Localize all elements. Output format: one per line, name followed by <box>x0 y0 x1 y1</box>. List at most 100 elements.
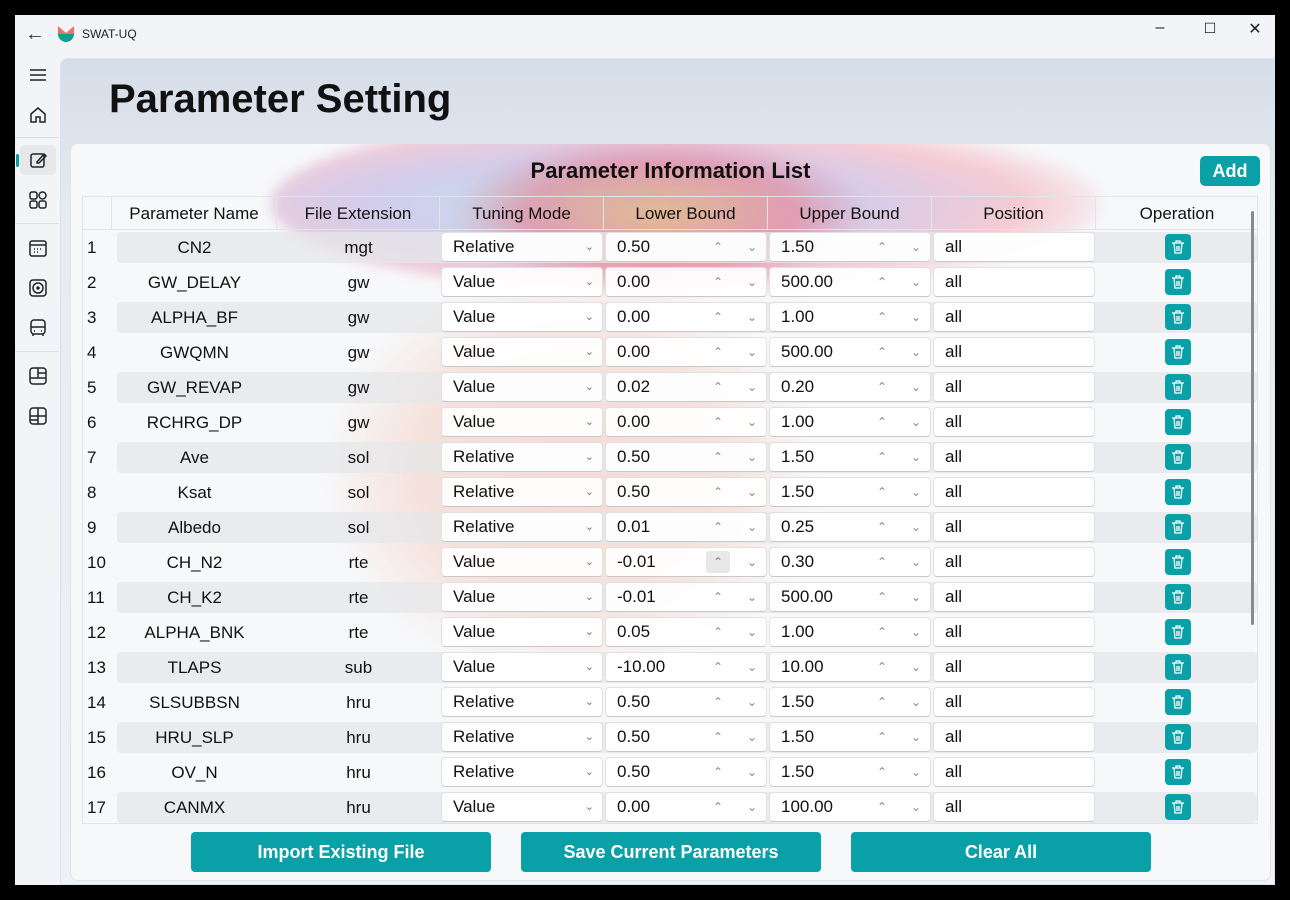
upper-bound-spinbox[interactable]: 1.50 ⌃ ⌄ <box>769 477 931 507</box>
chevron-up-icon[interactable]: ⌃ <box>870 688 894 716</box>
chevron-up-icon[interactable]: ⌃ <box>706 551 730 573</box>
delete-button[interactable] <box>1165 409 1191 435</box>
upper-bound-spinbox[interactable]: 500.00 ⌃ ⌄ <box>769 582 931 612</box>
upper-bound-spinbox[interactable]: 0.30 ⌃ ⌄ <box>769 547 931 577</box>
chevron-up-icon[interactable]: ⌃ <box>870 478 894 506</box>
position-input[interactable]: all <box>933 722 1095 752</box>
chevron-down-icon[interactable]: ⌄ <box>740 268 764 296</box>
chevron-up-icon[interactable]: ⌃ <box>706 373 730 401</box>
chevron-up-icon[interactable]: ⌃ <box>706 653 730 681</box>
calendar-icon[interactable] <box>20 233 56 263</box>
chevron-up-icon[interactable]: ⌃ <box>706 583 730 611</box>
lower-bound-spinbox[interactable]: 0.50 ⌃ ⌄ <box>605 442 767 472</box>
lower-bound-spinbox[interactable]: -0.01 ⌃ ⌄ <box>605 582 767 612</box>
position-input[interactable]: all <box>933 372 1095 402</box>
chevron-down-icon[interactable]: ⌄ <box>904 268 928 296</box>
chevron-up-icon[interactable]: ⌃ <box>870 548 894 576</box>
tuning-mode-select[interactable]: Value ⌄ <box>441 267 603 297</box>
upper-bound-spinbox[interactable]: 1.50 ⌃ ⌄ <box>769 687 931 717</box>
chevron-down-icon[interactable]: ⌄ <box>585 338 594 366</box>
layout-alt-icon[interactable] <box>20 401 56 431</box>
chevron-up-icon[interactable]: ⌃ <box>870 303 894 331</box>
tuning-mode-select[interactable]: Relative ⌄ <box>441 687 603 717</box>
position-input[interactable]: all <box>933 442 1095 472</box>
chevron-down-icon[interactable]: ⌄ <box>585 268 594 296</box>
position-input[interactable]: all <box>933 757 1095 787</box>
scrollbar[interactable] <box>1251 211 1254 625</box>
chevron-up-icon[interactable]: ⌃ <box>870 338 894 366</box>
header-file-extension[interactable]: File Extension <box>277 197 440 230</box>
chevron-down-icon[interactable]: ⌄ <box>585 793 594 821</box>
chevron-down-icon[interactable]: ⌄ <box>904 233 928 261</box>
chevron-up-icon[interactable]: ⌃ <box>870 408 894 436</box>
upper-bound-spinbox[interactable]: 1.50 ⌃ ⌄ <box>769 722 931 752</box>
position-input[interactable]: all <box>933 652 1095 682</box>
tuning-mode-select[interactable]: Relative ⌄ <box>441 512 603 542</box>
chevron-down-icon[interactable]: ⌄ <box>740 618 764 646</box>
chevron-down-icon[interactable]: ⌄ <box>585 478 594 506</box>
delete-button[interactable] <box>1165 444 1191 470</box>
tuning-mode-select[interactable]: Value ⌄ <box>441 302 603 332</box>
chevron-down-icon[interactable]: ⌄ <box>904 758 928 786</box>
delete-button[interactable] <box>1165 759 1191 785</box>
chevron-down-icon[interactable]: ⌄ <box>740 443 764 471</box>
upper-bound-spinbox[interactable]: 1.00 ⌃ ⌄ <box>769 407 931 437</box>
chevron-down-icon[interactable]: ⌄ <box>904 408 928 436</box>
chevron-up-icon[interactable]: ⌃ <box>706 688 730 716</box>
chevron-up-icon[interactable]: ⌃ <box>706 478 730 506</box>
tuning-mode-select[interactable]: Relative ⌄ <box>441 722 603 752</box>
chevron-down-icon[interactable]: ⌄ <box>904 583 928 611</box>
lower-bound-spinbox[interactable]: 0.50 ⌃ ⌄ <box>605 687 767 717</box>
chevron-up-icon[interactable]: ⌃ <box>870 793 894 821</box>
tuning-mode-select[interactable]: Value ⌄ <box>441 372 603 402</box>
lower-bound-spinbox[interactable]: 0.05 ⌃ ⌄ <box>605 617 767 647</box>
chevron-down-icon[interactable]: ⌄ <box>585 443 594 471</box>
delete-button[interactable] <box>1165 549 1191 575</box>
chevron-down-icon[interactable]: ⌄ <box>585 758 594 786</box>
upper-bound-spinbox[interactable]: 100.00 ⌃ ⌄ <box>769 792 931 822</box>
lower-bound-spinbox[interactable]: -0.01 ⌃ ⌄ <box>605 547 767 577</box>
delete-button[interactable] <box>1165 304 1191 330</box>
header-lower-bound[interactable]: Lower Bound <box>604 197 768 230</box>
delete-button[interactable] <box>1165 654 1191 680</box>
lower-bound-spinbox[interactable]: 0.00 ⌃ ⌄ <box>605 407 767 437</box>
chevron-down-icon[interactable]: ⌄ <box>585 303 594 331</box>
back-arrow-icon[interactable]: ← <box>25 23 45 46</box>
chevron-up-icon[interactable]: ⌃ <box>706 793 730 821</box>
home-icon[interactable] <box>20 100 56 130</box>
chevron-up-icon[interactable]: ⌃ <box>870 373 894 401</box>
chevron-down-icon[interactable]: ⌄ <box>904 303 928 331</box>
position-input[interactable]: all <box>933 687 1095 717</box>
chevron-down-icon[interactable]: ⌄ <box>740 338 764 366</box>
chevron-down-icon[interactable]: ⌄ <box>904 653 928 681</box>
tuning-mode-select[interactable]: Value ⌄ <box>441 617 603 647</box>
header-param-name[interactable]: Parameter Name <box>112 197 277 230</box>
close-icon[interactable]: ✕ <box>1240 19 1270 39</box>
chevron-down-icon[interactable]: ⌄ <box>740 688 764 716</box>
header-operation[interactable]: Operation <box>1096 197 1257 230</box>
delete-button[interactable] <box>1165 689 1191 715</box>
chevron-down-icon[interactable]: ⌄ <box>740 373 764 401</box>
chevron-up-icon[interactable]: ⌃ <box>706 268 730 296</box>
upper-bound-spinbox[interactable]: 500.00 ⌃ ⌄ <box>769 337 931 367</box>
chevron-down-icon[interactable]: ⌄ <box>585 233 594 261</box>
position-input[interactable]: all <box>933 792 1095 822</box>
chevron-down-icon[interactable]: ⌄ <box>740 723 764 751</box>
chevron-up-icon[interactable]: ⌃ <box>870 653 894 681</box>
chevron-up-icon[interactable]: ⌃ <box>870 268 894 296</box>
delete-button[interactable] <box>1165 269 1191 295</box>
chevron-down-icon[interactable]: ⌄ <box>585 723 594 751</box>
lower-bound-spinbox[interactable]: -10.00 ⌃ ⌄ <box>605 652 767 682</box>
menu-icon[interactable] <box>20 60 56 90</box>
lower-bound-spinbox[interactable]: 0.50 ⌃ ⌄ <box>605 722 767 752</box>
lower-bound-spinbox[interactable]: 0.00 ⌃ ⌄ <box>605 337 767 367</box>
lower-bound-spinbox[interactable]: 0.50 ⌃ ⌄ <box>605 757 767 787</box>
header-tuning-mode[interactable]: Tuning Mode <box>440 197 604 230</box>
chevron-down-icon[interactable]: ⌄ <box>904 338 928 366</box>
chevron-down-icon[interactable]: ⌄ <box>585 513 594 541</box>
chevron-down-icon[interactable]: ⌄ <box>585 618 594 646</box>
delete-button[interactable] <box>1165 374 1191 400</box>
tuning-mode-select[interactable]: Relative ⌄ <box>441 232 603 262</box>
chevron-down-icon[interactable]: ⌄ <box>904 478 928 506</box>
tuning-mode-select[interactable]: Value ⌄ <box>441 547 603 577</box>
